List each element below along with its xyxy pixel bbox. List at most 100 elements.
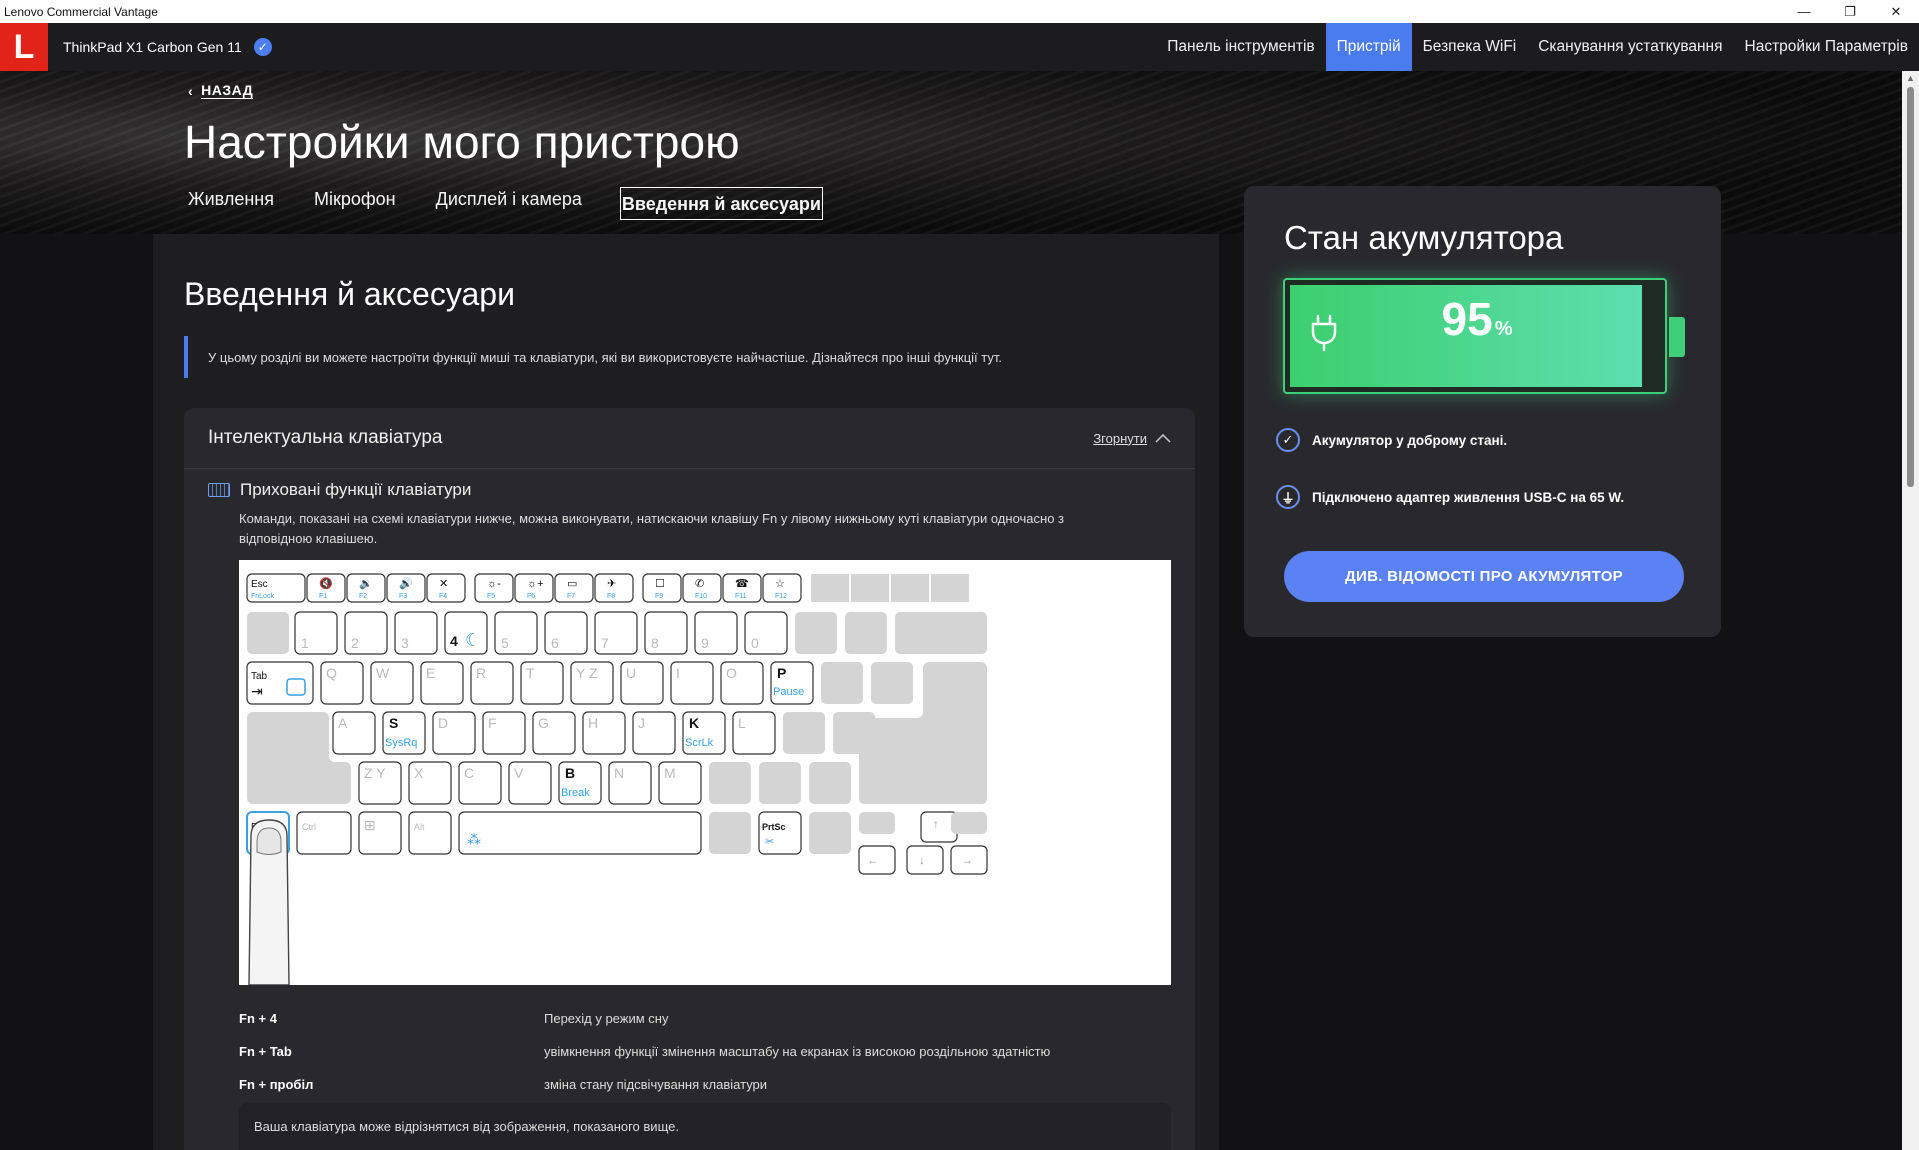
fn-key-sublabel: F5 (487, 593, 495, 600)
nav-wifi-security[interactable]: Безпека WiFi (1412, 23, 1528, 71)
adapter-text: Підключено адаптер живлення USB-C на 65 … (1312, 489, 1625, 505)
grey-key (845, 612, 887, 654)
chevron-left-icon: ‹ (188, 82, 194, 99)
nav-settings[interactable]: Настройки Параметрів (1734, 23, 1919, 71)
break-label: Break (561, 787, 590, 799)
letter-key-label: T (526, 665, 535, 681)
grey-key (709, 812, 751, 854)
key-4-label: 4 (450, 633, 458, 649)
p-key-label: P (777, 665, 786, 681)
shortcut-action: увімкнення функції змінення масштабу на … (544, 1044, 1051, 1059)
nav-hardware-scan[interactable]: Сканування устаткування (1527, 23, 1733, 71)
fn-key-sublabel: F7 (567, 593, 575, 600)
tab-input-accessories[interactable]: Введення й аксесуари (619, 187, 823, 220)
device-name: ThinkPad X1 Carbon Gen 11 (63, 39, 242, 55)
grey-key (809, 812, 851, 854)
letter-key-label: Q (326, 665, 337, 681)
arrow-up-icon: ↑ (933, 817, 939, 831)
grey-key (951, 812, 987, 834)
chevron-up-icon (1155, 433, 1171, 443)
app-header: L ThinkPad X1 Carbon Gen 11 ✓ Панель інс… (0, 23, 1919, 71)
battery-details-button[interactable]: ДИВ. ВІДОМОСТІ ПРО АКУМУЛЯТОР (1284, 551, 1684, 602)
blank-key (891, 574, 929, 602)
number-key-label: 7 (601, 635, 609, 651)
shortcut-keys: Fn + 4 (239, 1011, 277, 1026)
tab-microphone[interactable]: Мікрофон (312, 183, 398, 220)
blank-key (851, 574, 889, 602)
fn-key-label: 🔊 (399, 576, 413, 590)
scroll-up-icon[interactable]: ▲ (1906, 73, 1915, 83)
letter-key-label: I (676, 665, 680, 681)
fn-key-label: 🔉 (359, 578, 373, 590)
verified-check-icon: ✓ (253, 38, 272, 56)
number-key-label: 1 (301, 635, 309, 651)
fn-key-label: ☆ (775, 578, 785, 590)
letter-key-label: A (338, 715, 348, 731)
lenovo-logo[interactable]: L (0, 23, 48, 71)
fn-key-sublabel: FnLock (251, 593, 274, 600)
scrollbar[interactable]: ▲ (1902, 71, 1919, 1150)
keyboard-diagram: EscFnLock🔇F1🔉F2🔊F3✕F4☼-F5☼+F6▭F7✈F8☐F9✆F… (239, 560, 1171, 985)
number-key-label: 2 (351, 635, 359, 651)
fn-key-sublabel: F1 (319, 593, 327, 600)
letter-key-label: W (376, 665, 390, 681)
grey-key (795, 612, 837, 654)
fn-key-label: 🔇 (319, 577, 333, 590)
sysrq-label: SysRq (385, 737, 417, 749)
section-title: Введення й аксесуари (184, 276, 515, 312)
plug-circle-icon: ⏚ (1276, 485, 1300, 509)
letter-key-label: E (426, 665, 435, 681)
nav-device[interactable]: Пристрій (1325, 23, 1412, 71)
tab-key-label: Tab (251, 671, 268, 682)
letter-key-label: V (514, 765, 524, 781)
letter-key-label: F (488, 715, 497, 731)
letter-key-label: O (726, 665, 737, 681)
fn-key-sublabel: F2 (359, 593, 367, 600)
scrollbar-thumb[interactable] (1907, 87, 1914, 487)
grey-key (833, 712, 875, 754)
b-key-label: B (565, 765, 575, 781)
pause-label: Pause (773, 686, 804, 698)
grey-key (871, 662, 913, 704)
k-key-label: K (689, 715, 699, 731)
fn-key-label: Esc (251, 579, 268, 590)
modifier-key-label: ⊞ (364, 817, 376, 833)
fn-key-label: ✆ (695, 578, 704, 590)
number-key-label: 3 (401, 635, 409, 651)
space-key (458, 811, 702, 855)
top-navigation: Панель інструментів Пристрій Безпека WiF… (1156, 23, 1919, 71)
collapse-toggle[interactable]: Згорнути (1093, 431, 1171, 446)
fn-key-label: ✈ (607, 578, 616, 590)
fn-key-sublabel: F11 (735, 593, 747, 600)
close-button[interactable]: ✕ (1873, 0, 1919, 23)
number-key-label: 9 (701, 635, 709, 651)
battery-title: Стан акумулятора (1284, 219, 1564, 256)
grey-key (859, 812, 895, 834)
minimize-button[interactable]: — (1781, 0, 1827, 23)
nav-dashboard[interactable]: Панель інструментів (1156, 23, 1325, 71)
blank-key (931, 574, 969, 602)
battery-card: Стан акумулятора 95% ✓ Акумулятор у добр… (1244, 186, 1721, 637)
moon-icon: ☾ (465, 630, 481, 650)
grey-key (783, 712, 825, 754)
modifier-key (408, 811, 452, 855)
tab-power[interactable]: Живлення (186, 183, 276, 220)
letter-key-label: N (614, 765, 624, 781)
battery-percent-sign: % (1494, 318, 1513, 340)
prtsc-key-label: PrtSc (762, 822, 786, 832)
back-link[interactable]: ‹ НАЗАД (188, 82, 254, 99)
battery-health-text: Акумулятор у доброму стані. (1312, 432, 1508, 448)
shortcut-row: Fn + пробіл зміна стану підсвічування кл… (239, 1068, 1139, 1101)
number-key-label: 0 (751, 635, 759, 651)
window-titlebar: Lenovo Commercial Vantage — ❐ ✕ (0, 0, 1919, 23)
letter-key-label: M (664, 765, 676, 781)
letter-key-label: L (738, 715, 746, 731)
fn-key-sublabel: F4 (439, 593, 447, 600)
tab-display-camera[interactable]: Дисплей і камера (434, 183, 584, 220)
grey-key (895, 612, 987, 654)
battery-percent: 95% (1285, 292, 1669, 346)
arrow-left-icon: ← (867, 853, 879, 867)
restore-button[interactable]: ❐ (1827, 0, 1873, 23)
adapter-status: ⏚ Підключено адаптер живлення USB-C на 6… (1276, 485, 1624, 509)
grey-key (821, 662, 863, 704)
